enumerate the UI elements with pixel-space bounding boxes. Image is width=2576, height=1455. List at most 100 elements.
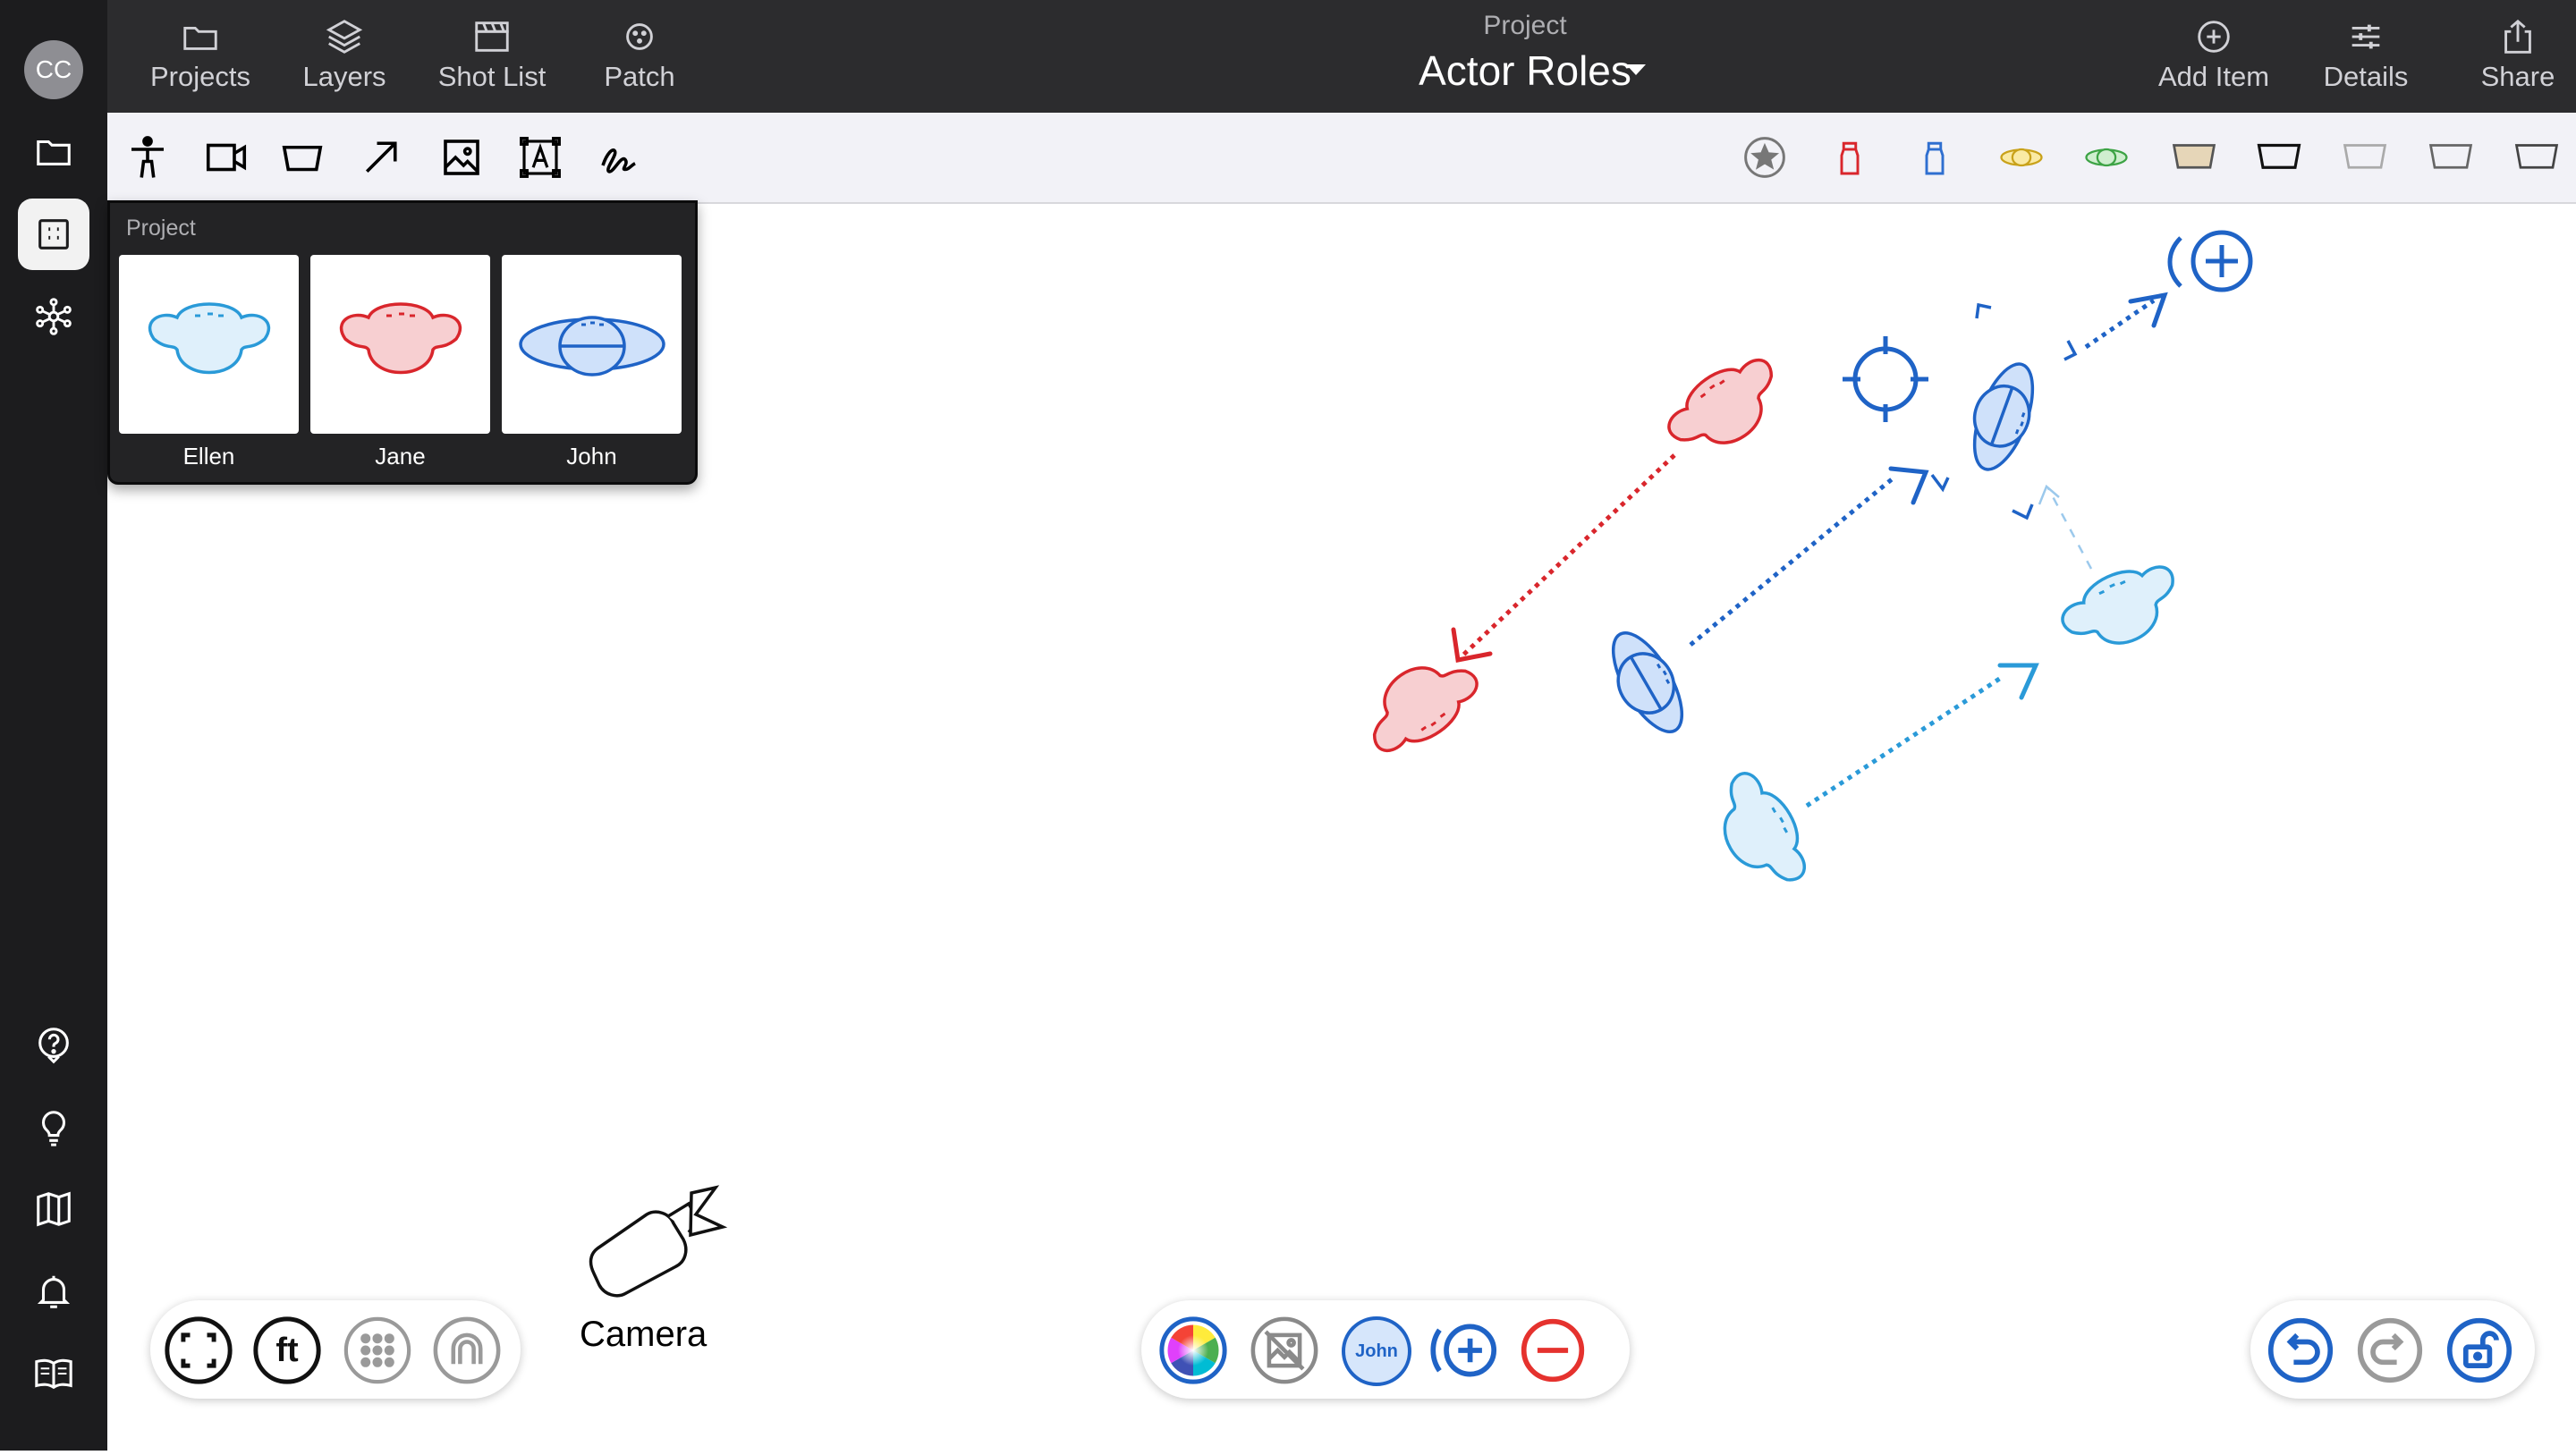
text-tool-icon[interactable] <box>515 132 565 182</box>
set-piece-icon[interactable] <box>2254 132 2304 182</box>
share-button[interactable]: Share <box>2451 16 2576 102</box>
ellen-move-arrow[interactable] <box>1805 673 2005 808</box>
undo-icon <box>2267 1317 2334 1383</box>
actor-name-john: John <box>566 443 617 469</box>
star-icon[interactable] <box>1740 132 1790 182</box>
units-button[interactable]: ft <box>253 1316 321 1384</box>
fit-view-button[interactable] <box>165 1316 233 1384</box>
add-position-icon <box>1430 1324 1497 1377</box>
chevron-down-icon[interactable] <box>1626 64 1646 75</box>
lock-button[interactable] <box>2445 1316 2513 1384</box>
john-next-arrow[interactable] <box>2084 298 2156 350</box>
ellen-arrowhead <box>1997 663 2039 700</box>
video-camera-tool-icon[interactable] <box>201 132 251 182</box>
details-button[interactable]: Details <box>2299 16 2433 102</box>
project-title[interactable]: Actor Roles <box>1270 47 1780 95</box>
layers-icon <box>326 20 363 54</box>
jane-move-arrow[interactable] <box>1458 453 1676 660</box>
image-off-icon <box>1250 1316 1318 1384</box>
actor-card-ellen[interactable] <box>119 255 299 434</box>
popup-title: Project <box>126 216 196 241</box>
actor-name-ellen: Ellen <box>182 443 235 469</box>
actor-card-jane[interactable] <box>310 255 490 434</box>
gray-set-piece-icon[interactable] <box>2426 132 2476 182</box>
add-item-label: Add Item <box>2157 61 2270 92</box>
john-arrowhead <box>1888 466 1929 505</box>
dark-set-piece-icon[interactable] <box>2512 132 2562 182</box>
red-light-icon[interactable] <box>1825 132 1875 182</box>
ellen-start-marker[interactable] <box>1699 761 1821 902</box>
redo-icon <box>2357 1317 2423 1383</box>
arrow-tool-icon[interactable] <box>356 132 406 182</box>
jane-start-marker[interactable] <box>1656 343 1796 471</box>
patch-label: Patch <box>604 61 675 92</box>
selection-bracket <box>1930 473 1950 493</box>
selection-bracket <box>1975 302 1992 319</box>
john-actor-icon <box>518 316 665 376</box>
unlock-icon <box>2446 1317 2512 1383</box>
remove-position-button[interactable] <box>1519 1316 1587 1384</box>
share-icon <box>2504 19 2531 54</box>
john-start-marker[interactable] <box>1593 620 1699 747</box>
actor-card-john[interactable] <box>502 255 682 434</box>
john-end-marker[interactable] <box>1955 353 2048 479</box>
camera-object-icon[interactable] <box>589 1185 728 1298</box>
crosshair-icon[interactable] <box>1843 336 1928 422</box>
freehand-tool-icon[interactable] <box>594 132 644 182</box>
image-tool-icon[interactable] <box>436 132 487 182</box>
user-avatar[interactable]: CC <box>24 40 83 99</box>
magnet-icon <box>433 1316 501 1384</box>
yellow-actor-icon[interactable] <box>1996 132 2046 182</box>
camera-label[interactable]: Camera <box>580 1315 707 1355</box>
help-icon[interactable] <box>18 1009 89 1080</box>
map-icon[interactable] <box>18 1173 89 1245</box>
sliders-icon <box>2351 24 2380 49</box>
object-controls-pill: John <box>1141 1300 1630 1399</box>
person-tool-icon[interactable] <box>123 132 173 182</box>
top-bar: Projects Layers Shot List Patch Project … <box>107 0 2576 113</box>
blue-light-icon[interactable] <box>1910 132 1960 182</box>
left-rail: CC <box>0 0 107 1451</box>
folder-icon[interactable] <box>18 116 89 188</box>
plus-circle-icon <box>2198 21 2230 53</box>
network-icon[interactable] <box>18 281 89 352</box>
undo-button[interactable] <box>2267 1316 2334 1384</box>
color-picker-button[interactable] <box>1159 1316 1227 1384</box>
tan-set-piece-icon[interactable] <box>2169 132 2219 182</box>
book-icon[interactable] <box>18 1338 89 1409</box>
bell-icon[interactable] <box>18 1256 89 1327</box>
fit-view-icon <box>165 1316 233 1384</box>
shot-list-button[interactable]: Shot List <box>411 16 572 102</box>
floor-plan-icon[interactable] <box>18 199 89 270</box>
projects-button[interactable]: Projects <box>129 16 272 102</box>
green-actor-icon[interactable] <box>2081 132 2131 182</box>
redo-button[interactable] <box>2356 1316 2424 1384</box>
patch-icon <box>626 23 653 50</box>
john-move-arrow[interactable] <box>1689 478 1894 647</box>
history-controls-pill <box>2250 1300 2535 1399</box>
selection-bracket <box>2063 340 2078 361</box>
layers-button[interactable]: Layers <box>273 16 416 102</box>
patch-button[interactable]: Patch <box>572 16 707 102</box>
ellen-end-marker[interactable] <box>2052 550 2192 666</box>
add-point-icon[interactable] <box>2167 230 2253 292</box>
clapperboard-icon <box>475 21 509 52</box>
project-subtitle: Project <box>1483 11 1567 40</box>
lightbulb-icon[interactable] <box>18 1091 89 1163</box>
selected-actor-chip[interactable]: John <box>1342 1316 1411 1386</box>
add-item-button[interactable]: Add Item <box>2129 16 2299 102</box>
set-piece-tool-icon[interactable] <box>277 132 327 182</box>
no-image-button[interactable] <box>1250 1316 1318 1384</box>
grid-dots-icon <box>343 1316 411 1384</box>
grid-button[interactable] <box>343 1316 411 1384</box>
tools-bar <box>107 113 2576 204</box>
shot-list-label: Shot List <box>437 61 547 92</box>
selection-bracket <box>2012 503 2034 520</box>
ellen-link-line <box>2046 487 2093 570</box>
snap-button[interactable] <box>433 1316 501 1384</box>
light-set-piece-icon[interactable] <box>2340 132 2390 182</box>
add-position-button[interactable] <box>1429 1316 1497 1384</box>
details-label: Details <box>2323 61 2409 92</box>
projects-label: Projects <box>150 61 250 92</box>
view-controls-pill: ft <box>150 1300 521 1399</box>
